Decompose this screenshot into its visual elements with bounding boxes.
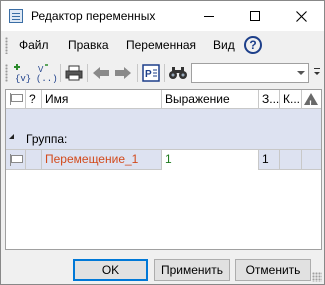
column-header-expression[interactable]: Выражение (162, 90, 259, 109)
row-question-cell[interactable] (26, 150, 42, 170)
menu-bar: Файл Правка Переменная Вид ? (1, 31, 324, 59)
menubar-grip[interactable] (5, 37, 8, 54)
close-button[interactable] (278, 1, 324, 31)
toolbar-separator (164, 64, 165, 82)
variable-value-cell[interactable]: 1 (259, 150, 280, 170)
svg-text:{v}: {v} (15, 74, 31, 84)
menu-view[interactable]: Вид (213, 38, 235, 52)
close-icon (295, 10, 307, 22)
add-expression-icon: V (..) (36, 64, 57, 84)
undo-button[interactable] (90, 62, 112, 84)
toolbar-separator (87, 64, 88, 82)
grid-header: ? Имя Выражение З... К... (6, 90, 321, 109)
svg-text:V: V (38, 65, 44, 74)
toolbar-overflow-button[interactable] (313, 63, 322, 83)
variable-comment-cell[interactable] (280, 150, 302, 170)
print-button[interactable] (63, 62, 85, 84)
variable-editor-window: Редактор переменных Файл Правка Переменн… (0, 0, 325, 285)
minimize-button[interactable] (186, 1, 232, 31)
variable-name-cell[interactable]: Перемещение_1 (42, 150, 162, 170)
column-header-name[interactable]: Имя (42, 90, 162, 109)
redo-button[interactable] (112, 62, 134, 84)
minimize-icon (204, 15, 214, 17)
title-bar: Редактор переменных (1, 1, 324, 31)
warning-icon (304, 93, 318, 109)
column-header-value[interactable]: З... (259, 90, 280, 109)
column-header-comment[interactable]: К... (280, 90, 302, 109)
window-title: Редактор переменных (31, 9, 156, 23)
collapse-triangle-icon[interactable] (9, 134, 14, 139)
cancel-button[interactable]: Отменить (235, 259, 311, 281)
svg-text:P: P (145, 69, 152, 80)
svg-text:(..): (..) (36, 74, 57, 84)
search-combo[interactable] (191, 63, 309, 83)
variable-expression-cell[interactable]: 1 (162, 150, 259, 170)
add-variable-icon: {v} (14, 64, 31, 84)
undo-icon (93, 67, 109, 79)
apply-button[interactable]: Применить (154, 259, 230, 281)
properties-button[interactable]: P (140, 62, 162, 84)
toolbar-grip[interactable] (5, 64, 8, 82)
app-icon (9, 9, 23, 23)
chevron-down-icon[interactable] (297, 71, 305, 75)
find-button[interactable] (167, 62, 189, 84)
toolbar: {v} V (..) P (1, 59, 324, 87)
menu-file[interactable]: Файл (19, 38, 49, 52)
column-header-question[interactable]: ? (26, 90, 42, 109)
flag-icon (9, 93, 23, 105)
print-icon (65, 65, 83, 81)
maximize-icon (250, 11, 260, 21)
redo-icon (115, 67, 131, 79)
properties-icon: P (142, 64, 160, 82)
add-variable-button[interactable]: {v} (12, 62, 34, 84)
column-header-warning[interactable] (302, 90, 321, 109)
add-expression-button[interactable]: V (..) (35, 62, 57, 84)
maximize-button[interactable] (232, 1, 278, 31)
toolbar-separator (60, 64, 61, 82)
find-icon (169, 67, 187, 79)
row-flag-cell[interactable] (6, 150, 26, 170)
group-row[interactable]: Группа: (6, 109, 321, 150)
group-label: Группа: (26, 132, 68, 146)
menu-variable[interactable]: Переменная (126, 38, 196, 52)
table-row[interactable]: Перемещение_1 1 1 (6, 150, 321, 170)
variable-warning-cell[interactable] (302, 150, 321, 170)
variables-grid[interactable]: ? Имя Выражение З... К... Группа: Переме… (5, 89, 322, 250)
menu-edit[interactable]: Правка (68, 38, 109, 52)
help-icon[interactable]: ? (244, 36, 262, 54)
flag-icon (9, 154, 23, 166)
ok-button[interactable]: OK (73, 259, 148, 281)
resize-grip[interactable] (312, 272, 322, 282)
column-header-flag[interactable] (6, 90, 26, 109)
toolbar-separator (137, 64, 138, 82)
